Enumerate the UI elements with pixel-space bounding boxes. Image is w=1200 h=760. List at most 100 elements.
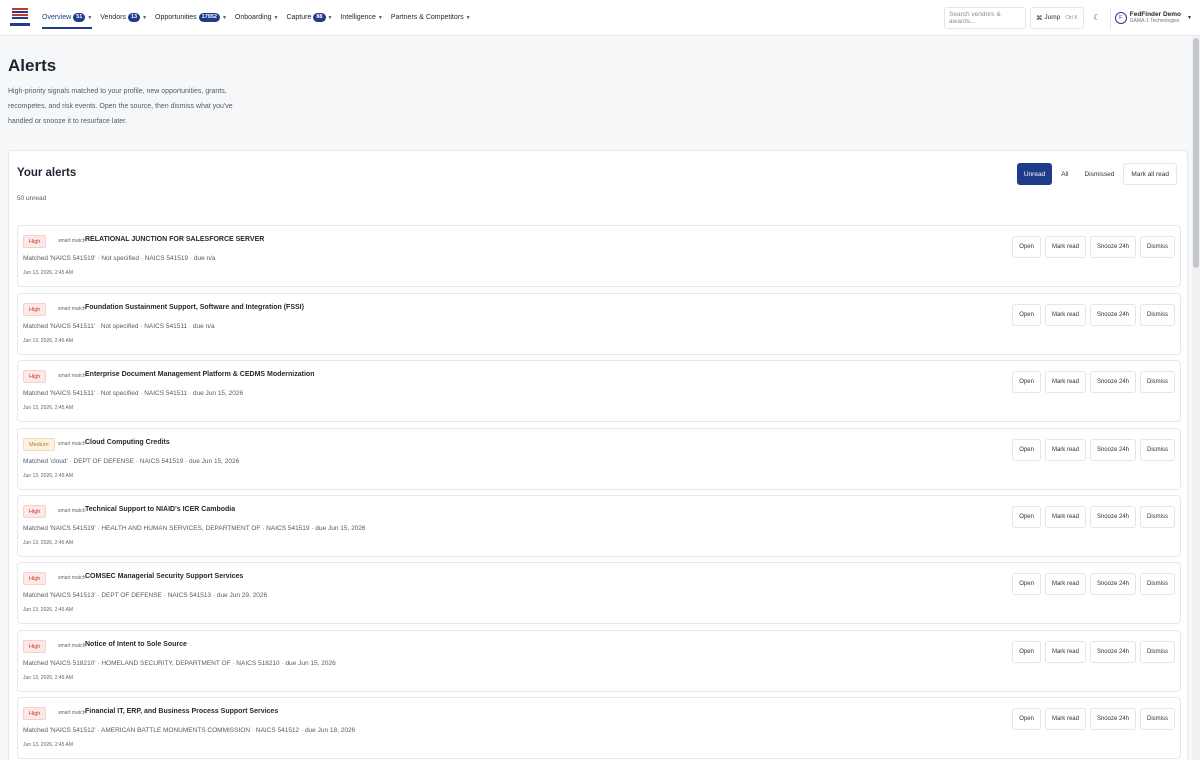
alert-kind: smart match bbox=[58, 238, 86, 244]
alert-timestamp: Jun 13, 2026, 2:45 AM bbox=[23, 675, 74, 681]
alert-detail: Matched 'NAICS 541511' · Not specified ·… bbox=[23, 390, 244, 397]
command-icon: ⌘ bbox=[1036, 14, 1045, 22]
alert-actions: Open Mark read Snooze 24h Dismiss bbox=[1008, 371, 1175, 393]
alert-title[interactable]: RELATIONAL JUNCTION FOR SALESFORCE SERVE… bbox=[85, 236, 264, 243]
alert-timestamp: Jun 13, 2026, 2:45 AM bbox=[23, 270, 74, 276]
chevron-down-icon: ▼ bbox=[142, 14, 148, 21]
dismiss-button[interactable]: Dismiss bbox=[1140, 641, 1175, 663]
snooze-button[interactable]: Snooze 24h bbox=[1089, 506, 1136, 528]
alert-detail: Matched 'NAICS 518210' · HOMELAND SECURI… bbox=[23, 660, 336, 667]
open-button[interactable]: Open bbox=[1012, 439, 1041, 461]
alert-title[interactable]: Cloud Computing Credits bbox=[85, 439, 170, 446]
mark-read-button[interactable]: Mark read bbox=[1044, 708, 1086, 730]
alert-title[interactable]: Financial IT, ERP, and Business Process … bbox=[85, 708, 278, 715]
alert-actions: Open Mark read Snooze 24h Dismiss bbox=[1008, 506, 1175, 528]
unread-count: 50 unread bbox=[17, 195, 47, 202]
open-button[interactable]: Open bbox=[1012, 236, 1041, 258]
nav-overview[interactable]: Overview 51 ▼ bbox=[42, 0, 93, 36]
nav-partners-competitors[interactable]: Partners & Competitors ▼ bbox=[391, 0, 471, 36]
snooze-button[interactable]: Snooze 24h bbox=[1089, 439, 1136, 461]
alert-row[interactable]: High smart match Financial IT, ERP, and Bu… bbox=[17, 697, 1181, 759]
snooze-button[interactable]: Snooze 24h bbox=[1089, 573, 1136, 595]
snooze-button[interactable]: Snooze 24h bbox=[1089, 641, 1136, 663]
filter-dismissed[interactable]: Dismissed bbox=[1077, 163, 1121, 185]
alert-actions: Open Mark read Snooze 24h Dismiss bbox=[1008, 236, 1175, 258]
alert-actions: Open Mark read Snooze 24h Dismiss bbox=[1008, 439, 1175, 461]
alert-row[interactable]: High smart match Technical Support to NIAI… bbox=[17, 495, 1181, 557]
severity-badge: High bbox=[23, 640, 47, 653]
mark-read-button[interactable]: Mark read bbox=[1044, 439, 1086, 461]
filter-group: Unread All Dismissed Mark all read bbox=[1015, 163, 1177, 185]
mark-read-button[interactable]: Mark read bbox=[1044, 641, 1086, 663]
filter-unread[interactable]: Unread bbox=[1016, 163, 1053, 185]
nav-opportunities[interactable]: Opportunities 17952 ▼ bbox=[155, 0, 227, 36]
open-button[interactable]: Open bbox=[1012, 371, 1041, 393]
alert-title[interactable]: Enterprise Document Management Platform … bbox=[85, 371, 314, 378]
open-button[interactable]: Open bbox=[1012, 573, 1041, 595]
snooze-button[interactable]: Snooze 24h bbox=[1089, 304, 1136, 326]
chevron-down-icon: ▼ bbox=[377, 14, 383, 21]
alert-detail: Matched 'cloud' · DEPT OF DEFENSE · NAIC… bbox=[23, 458, 240, 465]
snooze-button[interactable]: Snooze 24h bbox=[1089, 708, 1136, 730]
mark-all-read-button[interactable]: Mark all read bbox=[1123, 163, 1177, 185]
alert-actions: Open Mark read Snooze 24h Dismiss bbox=[1008, 641, 1175, 663]
alert-row[interactable]: High smart match Notice of Intent to Sole … bbox=[17, 630, 1181, 692]
alert-kind: smart match bbox=[58, 710, 86, 716]
avatar: F bbox=[1114, 11, 1127, 24]
user-org: GAMA-1 Technologies bbox=[1129, 18, 1180, 24]
nav-onboarding[interactable]: Onboarding ▼ bbox=[235, 0, 279, 36]
fedfinder-logo[interactable] bbox=[8, 6, 34, 30]
alert-kind: smart match bbox=[58, 643, 86, 649]
alert-actions: Open Mark read Snooze 24h Dismiss bbox=[1008, 708, 1175, 730]
open-button[interactable]: Open bbox=[1012, 304, 1041, 326]
dismiss-button[interactable]: Dismiss bbox=[1140, 573, 1175, 595]
dismiss-button[interactable]: Dismiss bbox=[1140, 708, 1175, 730]
nav-badge: 51 bbox=[73, 13, 86, 22]
alert-row[interactable]: High smart match RELATIONAL JUNCTION FOR S… bbox=[17, 225, 1181, 287]
jump-button[interactable]: ⌘ Jump Ctrl K bbox=[1030, 6, 1084, 29]
alert-title[interactable]: Foundation Sustainment Support, Software… bbox=[85, 304, 304, 311]
alert-kind: smart match bbox=[58, 441, 86, 447]
severity-badge: Medium bbox=[23, 438, 55, 451]
mark-read-button[interactable]: Mark read bbox=[1044, 506, 1086, 528]
dismiss-button[interactable]: Dismiss bbox=[1140, 506, 1175, 528]
nav-capture[interactable]: Capture 88 ▼ bbox=[286, 0, 332, 36]
dismiss-button[interactable]: Dismiss bbox=[1140, 371, 1175, 393]
dismiss-button[interactable]: Dismiss bbox=[1140, 439, 1175, 461]
filter-all[interactable]: All bbox=[1054, 163, 1075, 185]
alert-row[interactable]: High smart match Foundation Sustainment Su… bbox=[17, 293, 1181, 355]
page-title: Alerts bbox=[8, 56, 57, 75]
alert-title[interactable]: Notice of Intent to Sole Source bbox=[85, 641, 187, 648]
alert-row[interactable]: Medium smart match Cloud Computing Credits… bbox=[17, 428, 1181, 490]
open-button[interactable]: Open bbox=[1012, 506, 1041, 528]
search-input[interactable]: Search vendors & awards... bbox=[944, 6, 1027, 29]
mark-read-button[interactable]: Mark read bbox=[1044, 236, 1086, 258]
mark-read-button[interactable]: Mark read bbox=[1044, 573, 1086, 595]
mark-read-button[interactable]: Mark read bbox=[1044, 304, 1086, 326]
dismiss-button[interactable]: Dismiss bbox=[1140, 236, 1175, 258]
nav-intelligence[interactable]: Intelligence ▼ bbox=[340, 0, 382, 36]
snooze-button[interactable]: Snooze 24h bbox=[1089, 236, 1136, 258]
alert-actions: Open Mark read Snooze 24h Dismiss bbox=[1008, 304, 1175, 326]
alert-row[interactable]: High smart match Enterprise Document Manag… bbox=[17, 360, 1181, 422]
nav-vendors[interactable]: Vendors 13 ▼ bbox=[100, 0, 147, 36]
alert-title[interactable]: COMSEC Managerial Security Support Servi… bbox=[85, 573, 243, 580]
alert-row[interactable]: High smart match COMSEC Managerial Securit… bbox=[17, 562, 1181, 624]
dismiss-button[interactable]: Dismiss bbox=[1140, 304, 1175, 326]
open-button[interactable]: Open bbox=[1012, 708, 1041, 730]
mark-read-button[interactable]: Mark read bbox=[1044, 371, 1086, 393]
open-button[interactable]: Open bbox=[1012, 641, 1041, 663]
alert-timestamp: Jun 13, 2026, 2:45 AM bbox=[23, 607, 74, 613]
snooze-button[interactable]: Snooze 24h bbox=[1089, 371, 1136, 393]
alert-title[interactable]: Technical Support to NIAID's ICER Cambod… bbox=[85, 506, 235, 513]
moon-icon[interactable]: ☾ bbox=[1090, 11, 1104, 25]
user-menu[interactable]: F FedFinder Demo GAMA-1 Technologies ▼ bbox=[1109, 6, 1192, 29]
alert-timestamp: Jun 13, 2026, 2:45 AM bbox=[23, 405, 74, 411]
chevron-down-icon: ▼ bbox=[327, 14, 333, 21]
severity-badge: High bbox=[23, 370, 47, 383]
chevron-down-icon: ▼ bbox=[273, 14, 279, 21]
alert-detail: Matched 'NAICS 541511' · Not specified ·… bbox=[23, 323, 215, 330]
severity-badge: High bbox=[23, 572, 47, 585]
alert-kind: smart match bbox=[58, 373, 86, 379]
scrollbar-thumb[interactable] bbox=[1193, 38, 1199, 268]
